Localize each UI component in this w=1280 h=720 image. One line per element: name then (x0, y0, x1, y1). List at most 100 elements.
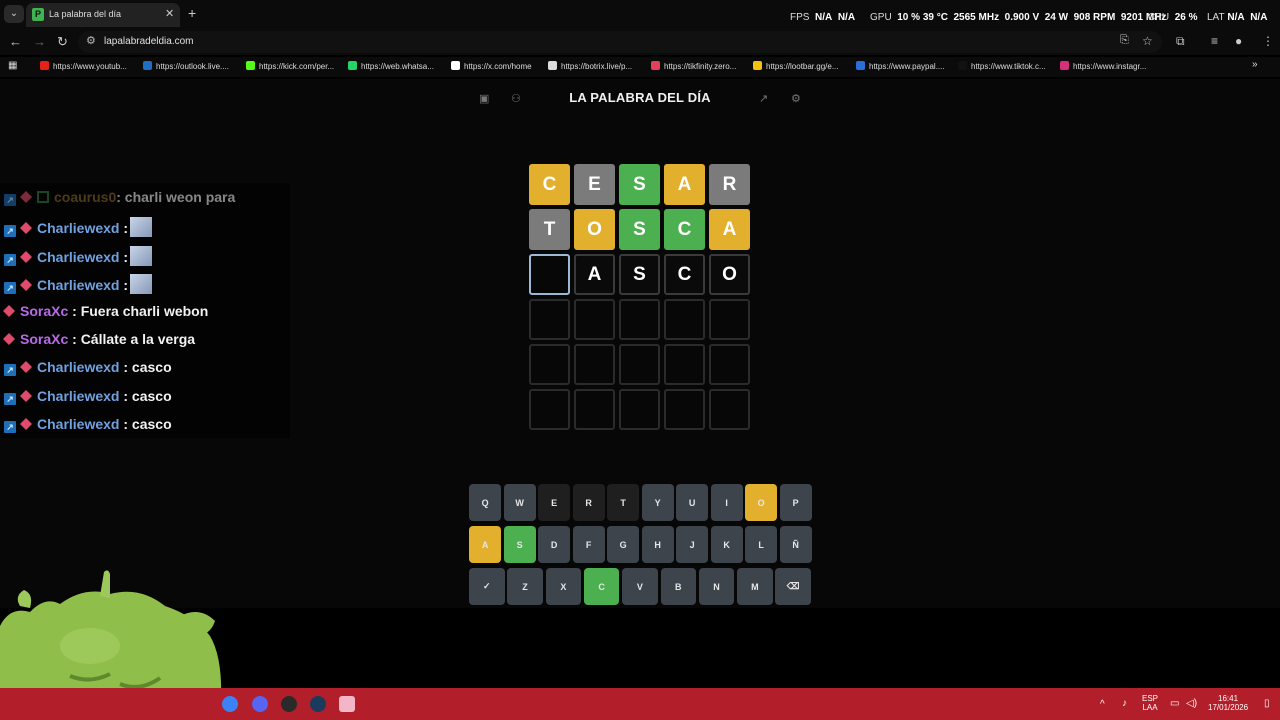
forward-arrow-icon[interactable]: → (33, 34, 46, 49)
bookmark-item[interactable]: https://kick.com/per... (246, 61, 334, 71)
grid-cell (529, 299, 570, 340)
key-r[interactable]: R (572, 484, 605, 521)
chat-text: : charli weon para (116, 189, 236, 205)
key-u[interactable]: U (676, 484, 709, 521)
key-a[interactable]: A (469, 526, 502, 563)
instagram-icon (1060, 61, 1069, 70)
apps-grid-icon[interactable]: ▦ (8, 60, 17, 71)
key-s[interactable]: S (503, 526, 536, 563)
bookmark-item[interactable]: https://web.whatsa... (348, 61, 434, 71)
key-g[interactable]: G (607, 526, 640, 563)
network-icon[interactable]: ▭ (1170, 698, 1179, 709)
clock[interactable]: 16:41 17/01/2026 (1208, 694, 1248, 712)
help-icon[interactable]: ▣ (479, 92, 489, 105)
active-tab[interactable]: P La palabra del día ✕ (26, 3, 180, 27)
chat-username[interactable]: coaurus0 (54, 189, 116, 205)
steam-icon[interactable] (310, 696, 326, 712)
chat-username[interactable]: Charliewexd (37, 277, 119, 293)
bookmark-item[interactable]: https://www.instagr... (1060, 61, 1146, 71)
bookmark-item[interactable]: https://x.com/home (451, 61, 532, 71)
grid-cell (709, 299, 750, 340)
discord-icon[interactable] (252, 696, 268, 712)
chat-username[interactable]: Charliewexd (37, 359, 119, 375)
profile-avatar-icon[interactable]: ● (1235, 34, 1242, 48)
microphone-icon[interactable]: ♪ (1122, 698, 1127, 709)
key-y[interactable]: Y (641, 484, 674, 521)
chat-username[interactable]: Charliewexd (37, 249, 119, 265)
notifications-icon[interactable]: ▯ (1264, 698, 1270, 709)
site-info-icon[interactable]: ⚙ (86, 34, 96, 47)
key-c[interactable]: C (583, 568, 620, 605)
chat-username[interactable]: SoraXc (20, 303, 68, 319)
key-q[interactable]: Q (469, 484, 502, 521)
gem-badge-icon (19, 389, 33, 402)
bookmark-item[interactable]: https://tikfinity.zero... (651, 61, 736, 71)
chat-username[interactable]: Charliewexd (37, 388, 119, 404)
bookmark-item[interactable]: https://www.youtub... (40, 61, 127, 71)
key-ñ[interactable]: Ñ (779, 526, 812, 563)
chat-message: SoraXc : Fuera charli webon (2, 303, 208, 319)
key-x[interactable]: X (545, 568, 582, 605)
grid-cell: S (619, 164, 660, 205)
bookmark-item[interactable]: https://www.paypal.... (856, 61, 945, 71)
key-w[interactable]: W (503, 484, 536, 521)
chat-username[interactable]: SoraXc (20, 331, 68, 347)
windows-taskbar: ^ ♪ ESP LAA ▭ ◁) 16:41 17/01/2026 ▯ (0, 688, 1280, 720)
bookmark-item[interactable]: https://botrix.live/p... (548, 61, 632, 71)
key-n[interactable]: N (698, 568, 735, 605)
grid-cell (664, 299, 705, 340)
more-bookmarks-icon[interactable]: » (1252, 59, 1258, 70)
bookmark-star-icon[interactable]: ☆ (1142, 34, 1153, 48)
new-tab-button[interactable]: + (188, 5, 196, 21)
reload-icon[interactable]: ↻ (57, 34, 68, 50)
extensions-icon[interactable]: ⧉ (1176, 34, 1185, 49)
backspace-key[interactable]: ⌫ (775, 568, 811, 605)
chat-username[interactable]: Charliewexd (37, 220, 119, 236)
grid-cell (574, 389, 615, 430)
user-icon[interactable]: ⚇ (511, 92, 521, 105)
key-j[interactable]: J (676, 526, 709, 563)
key-k[interactable]: K (710, 526, 743, 563)
bookmark-item[interactable]: https://outlook.live.... (143, 61, 229, 71)
key-t[interactable]: T (607, 484, 640, 521)
url-text[interactable]: lapalabradeldia.com (104, 36, 194, 47)
streaming-app-icon[interactable] (339, 696, 355, 712)
settings-icon[interactable]: ⚙ (791, 92, 801, 105)
browser-menu-icon[interactable]: ⋮ (1262, 34, 1274, 48)
key-v[interactable]: V (622, 568, 658, 605)
tab-search-button[interactable]: ⌄ (4, 5, 24, 23)
key-d[interactable]: D (538, 526, 571, 563)
tray-overflow-icon[interactable]: ^ (1100, 699, 1105, 710)
key-i[interactable]: I (710, 484, 743, 521)
key-m[interactable]: M (737, 568, 773, 605)
key-l[interactable]: L (745, 526, 778, 563)
chrome-icon[interactable] (222, 696, 238, 712)
bookmark-item[interactable]: https://lootbar.gg/e... (753, 61, 839, 71)
grid-cell[interactable] (529, 254, 570, 295)
back-arrow-icon[interactable]: ← (9, 34, 22, 49)
install-app-icon[interactable]: ⎘ (1120, 34, 1129, 47)
key-b[interactable]: B (660, 568, 696, 605)
outlook-icon (143, 61, 152, 70)
input-language[interactable]: ESP LAA (1142, 694, 1158, 712)
tikfinity-icon (651, 61, 660, 70)
bookmark-label: https://kick.com/per... (259, 62, 335, 71)
grid-cell (709, 389, 750, 430)
sub-badge-icon: ↗ (4, 282, 16, 295)
key-h[interactable]: H (641, 526, 674, 563)
key-o[interactable]: O (745, 484, 778, 521)
enter-key[interactable]: ✓ (469, 568, 505, 605)
bookmark-item[interactable]: https://www.tiktok.c... (958, 61, 1046, 71)
close-tab-icon[interactable]: ✕ (165, 7, 174, 20)
obs-icon[interactable] (281, 696, 297, 712)
stats-icon[interactable]: ↗ (759, 92, 768, 105)
address-bar-row: ← → ↻ ⚙ lapalabradeldia.com ⎘ ☆ ⧉ ≡ ● ⋮ (0, 30, 1280, 55)
key-e[interactable]: E (538, 484, 571, 521)
volume-icon[interactable]: ◁) (1186, 698, 1197, 709)
chat-username[interactable]: Charliewexd (37, 416, 119, 432)
media-controls-icon[interactable]: ≡ (1211, 34, 1218, 48)
key-f[interactable]: F (572, 526, 605, 563)
key-z[interactable]: Z (507, 568, 543, 605)
key-p[interactable]: P (779, 484, 812, 521)
omnibox[interactable] (78, 31, 1162, 53)
